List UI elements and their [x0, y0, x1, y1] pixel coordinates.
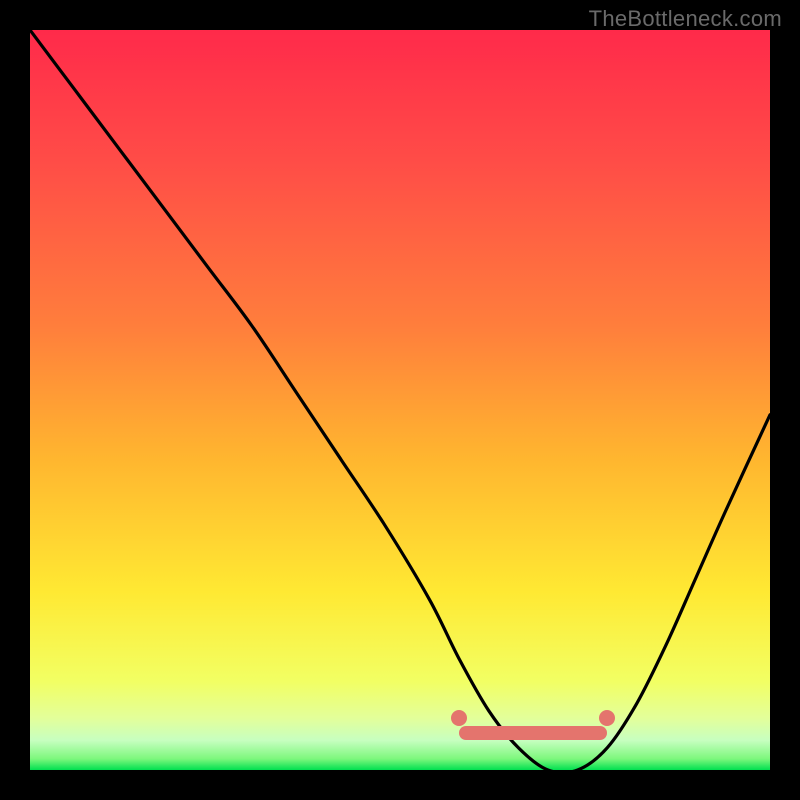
watermark-text: TheBottleneck.com: [589, 6, 782, 32]
chart-stage: TheBottleneck.com: [0, 0, 800, 800]
plot-area: [30, 30, 770, 770]
bottleneck-curve: [30, 30, 770, 770]
optimum-range-band: [459, 726, 607, 740]
